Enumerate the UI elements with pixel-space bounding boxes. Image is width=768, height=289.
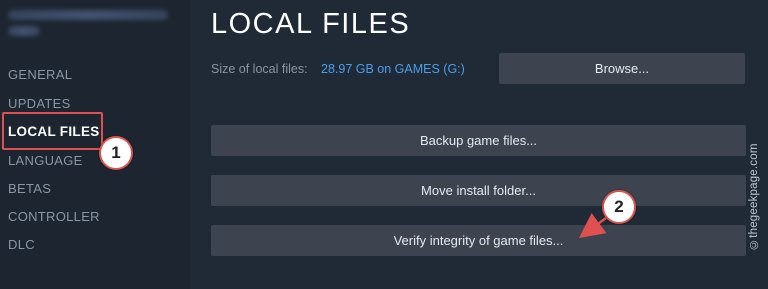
watermark: ©thegeekpage.com [748,143,760,250]
step-2-arrow [578,213,607,238]
step-2-callout: 2 [602,190,636,224]
